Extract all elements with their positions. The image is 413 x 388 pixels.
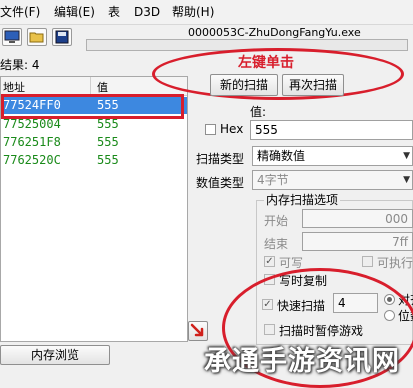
stop-label: 结束 (264, 237, 289, 251)
last-digits-label: 位数 (398, 309, 413, 323)
process-title: 0000053C-ZhuDongFangYu.exe (188, 26, 361, 39)
memory-view-button[interactable]: 内存浏览 (0, 345, 110, 365)
toolbar: 0000053C-ZhuDongFangYu.exe (0, 24, 413, 54)
row-value: 555 (97, 117, 119, 131)
writable-label: 可写 (279, 256, 304, 270)
value-type-select[interactable]: 4字节 ▼ (252, 170, 413, 190)
column-address[interactable]: 地址 (3, 79, 25, 95)
menu-d3d[interactable]: D3D (134, 4, 160, 20)
executable-label: 可执行 (377, 256, 413, 270)
hex-label: Hex (220, 122, 244, 136)
scan-type-select[interactable]: 精确数值 ▼ (252, 146, 413, 166)
open-button[interactable] (27, 28, 47, 46)
row-address: 776251F8 (3, 135, 61, 149)
menu-bar: 文件(F) 编辑(E) 表 D3D 帮助(H) (0, 0, 413, 25)
row-value: 555 (97, 135, 119, 149)
value-type-label: 数值类型 (196, 176, 245, 190)
value-label: 值: (250, 105, 267, 119)
memory-scan-options-title: 内存扫描选项 (264, 191, 341, 208)
menu-file[interactable]: 文件(F) (0, 4, 40, 20)
stop-address-input[interactable]: 7ff (302, 232, 413, 251)
row-value: 555 (97, 153, 119, 167)
progress-bar (86, 39, 408, 51)
found-count: 结果: 4 (0, 58, 40, 72)
chevron-down-icon: ▼ (403, 175, 410, 185)
new-scan-button[interactable]: 新的扫描 (210, 74, 278, 96)
save-button[interactable] (52, 28, 72, 46)
pause-game-checkbox[interactable] (264, 324, 275, 335)
copy-on-write-checkbox[interactable] (264, 274, 275, 285)
next-scan-button[interactable]: 再次扫描 (282, 74, 344, 96)
last-digits-radio[interactable] (384, 310, 395, 321)
chevron-down-icon: ▼ (403, 151, 410, 161)
watermark: 承通手游资讯网 (204, 346, 400, 377)
writable-checkbox[interactable]: ✓ (264, 256, 275, 267)
fast-scan-checkbox[interactable]: ✓ (262, 299, 273, 310)
select-process-button[interactable] (2, 28, 22, 46)
fast-scan-alignment-input[interactable]: 4 (333, 293, 378, 313)
annotation-text: 左键单击 (238, 55, 294, 71)
results-list[interactable]: 地址 值 77524FF0 555 77525004 555 776251F8 … (0, 76, 188, 342)
save-disk-icon (55, 30, 69, 44)
add-address-button[interactable] (188, 321, 208, 341)
table-row[interactable]: 77524FF0 555 (1, 97, 187, 114)
row-address: 7762520C (3, 153, 61, 167)
fast-scan-label: 快速扫描 (277, 299, 326, 313)
pause-game-label: 扫描时暂停游戏 (279, 324, 364, 338)
row-value: 555 (97, 98, 119, 112)
scan-type-value: 精确数值 (257, 149, 306, 163)
executable-checkbox[interactable] (362, 256, 373, 267)
menu-table[interactable]: 表 (108, 4, 120, 20)
start-label: 开始 (264, 214, 289, 228)
menu-edit[interactable]: 编辑(E) (54, 4, 95, 20)
value-type-value: 4字节 (257, 173, 289, 187)
row-address: 77525004 (3, 117, 61, 131)
open-folder-icon (29, 32, 44, 43)
copy-on-write-label: 写时复制 (279, 274, 328, 288)
computer-icon (4, 30, 20, 43)
scan-type-label: 扫描类型 (196, 152, 245, 166)
red-arrow-icon (190, 323, 204, 337)
alignment-label: 对齐 (398, 293, 413, 307)
value-input[interactable]: 555 (250, 120, 413, 140)
start-address-input[interactable]: 000 (302, 209, 413, 228)
table-row[interactable]: 776251F8 555 (1, 134, 187, 151)
list-header: 地址 值 (1, 77, 187, 96)
hex-checkbox[interactable] (205, 124, 216, 135)
menu-help[interactable]: 帮助(H) (172, 4, 214, 20)
alignment-radio[interactable] (384, 294, 395, 305)
column-value[interactable]: 值 (97, 79, 108, 95)
table-row[interactable]: 77525004 555 (1, 116, 187, 133)
table-row[interactable]: 7762520C 555 (1, 152, 187, 169)
column-divider (90, 77, 91, 95)
row-address: 77524FF0 (3, 98, 61, 112)
